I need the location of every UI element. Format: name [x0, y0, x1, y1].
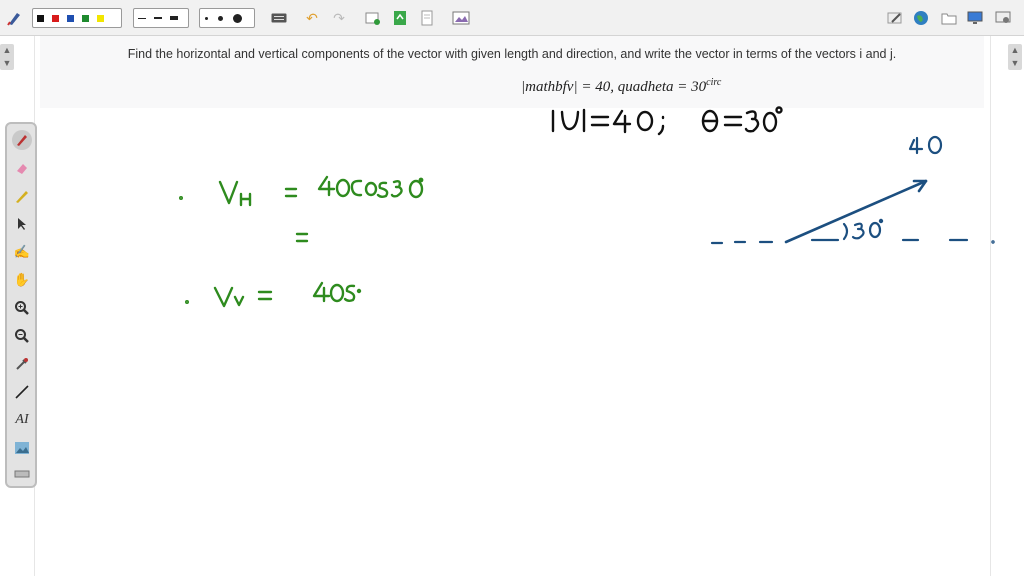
handwriting-given-values	[551, 106, 783, 136]
vector-diagram	[710, 135, 995, 245]
pen-icon[interactable]	[12, 130, 32, 150]
ruler-icon[interactable]	[12, 464, 32, 484]
tool-palette: ✍ ✋ AI	[5, 122, 37, 488]
text-tool-icon[interactable]: AI	[12, 410, 32, 430]
eyedropper-icon[interactable]	[12, 354, 32, 374]
handwriting-vertical-component	[184, 281, 362, 308]
zoom-in-icon[interactable]	[12, 298, 32, 318]
highlighter-icon[interactable]	[12, 186, 32, 206]
hand-pan-icon[interactable]: ✋	[12, 270, 32, 290]
zoom-out-icon[interactable]	[12, 326, 32, 346]
eraser-icon[interactable]	[12, 158, 32, 178]
line-icon[interactable]	[12, 382, 32, 402]
handwriting-horizontal-component	[178, 175, 424, 243]
image-tool-icon[interactable]	[12, 438, 32, 458]
ink-canvas[interactable]	[0, 0, 1024, 576]
pointer-icon[interactable]	[12, 214, 32, 234]
hand-point-icon[interactable]: ✍	[12, 242, 32, 262]
